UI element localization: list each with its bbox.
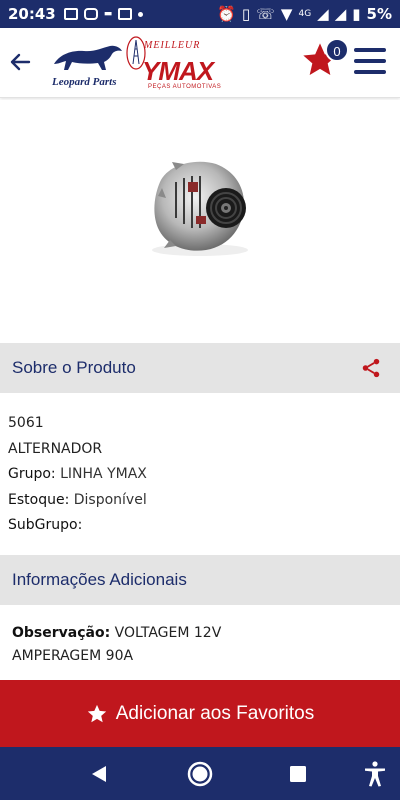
group-value: LINHA YMAX bbox=[60, 466, 147, 482]
message-icon bbox=[63, 8, 78, 20]
accessibility-icon[interactable] bbox=[364, 761, 386, 787]
stock-value: Disponível bbox=[73, 491, 147, 508]
battery-icon: ▮ bbox=[352, 5, 361, 23]
ymax-subtitle: PEÇAS AUTOMOTIVAS bbox=[148, 84, 222, 90]
observation-line-1: Observação: VOLTAGEM 12V bbox=[12, 622, 388, 645]
system-nav-bar bbox=[0, 747, 400, 800]
ymax-text: YMAX bbox=[142, 56, 214, 86]
about-section-header: Sobre o Produto bbox=[0, 343, 400, 393]
product-subgroup: SubGrupo: bbox=[8, 513, 392, 539]
observation-block: Observação: VOLTAGEM 12V AMPERAGEM 90A bbox=[0, 622, 400, 668]
additional-section-header: Informações Adicionais bbox=[0, 555, 400, 605]
menu-icon[interactable] bbox=[354, 48, 386, 74]
alarm-icon: ⏰ bbox=[217, 5, 236, 23]
product-stock: Estoque: Disponível bbox=[8, 488, 392, 514]
more-dot-icon bbox=[138, 11, 144, 17]
observation-label: Observação: bbox=[12, 625, 111, 641]
status-bar: 20:43 ▬ ⏰ ▯ ☏ ▼ 4G ◢ ◢ ▮ 5% bbox=[0, 0, 400, 28]
group-label: Grupo: bbox=[8, 466, 56, 482]
product-code: 5061 bbox=[8, 415, 44, 431]
leopard-parts-logo: Leopard Parts bbox=[50, 42, 124, 88]
vibrate-icon: ▯ bbox=[241, 5, 251, 23]
product-info: 5061 ALTERNADOR Grupo: LINHA YMAX Estoqu… bbox=[0, 411, 400, 539]
network-type: 4G bbox=[298, 9, 312, 19]
nav-back-icon[interactable] bbox=[90, 765, 108, 783]
battery-level: 5% bbox=[366, 5, 392, 23]
nav-recents-icon[interactable] bbox=[289, 765, 307, 783]
image-icon bbox=[118, 8, 133, 20]
product-name: ALTERNADOR bbox=[8, 440, 103, 457]
wifi-call-icon: ☏ bbox=[256, 5, 275, 23]
nav-home-icon[interactable] bbox=[186, 760, 214, 788]
share-icon[interactable] bbox=[360, 357, 382, 379]
stock-label: Estoque: bbox=[8, 491, 70, 508]
signal-icon-2: ◢ bbox=[334, 5, 347, 23]
app-header: Leopard Parts MEILLEUR YMAX PEÇAS AUTOMO… bbox=[0, 28, 400, 98]
wifi-icon: ▼ bbox=[280, 5, 293, 23]
observation-value-1: VOLTAGEM 12V bbox=[114, 625, 222, 641]
favorites-count-badge[interactable]: 0 bbox=[325, 38, 349, 62]
additional-title: Informações Adicionais bbox=[12, 570, 187, 589]
leopard-icon bbox=[54, 45, 122, 70]
notification-icons: ▬ bbox=[63, 8, 144, 20]
signal-icon: ◢ bbox=[317, 5, 329, 23]
app-icon: ▬ bbox=[103, 9, 113, 19]
youtube-icon bbox=[83, 8, 98, 20]
system-icons: ⏰ ▯ ☏ ▼ 4G ◢ ◢ ▮ 5% bbox=[217, 5, 392, 23]
product-image bbox=[0, 100, 400, 342]
leopard-parts-text: Leopard Parts bbox=[52, 76, 117, 88]
subgroup-label: SubGrupo: bbox=[8, 517, 83, 533]
about-title: Sobre o Produto bbox=[12, 358, 136, 377]
star-icon bbox=[87, 704, 106, 722]
back-arrow-icon[interactable] bbox=[8, 50, 32, 74]
observation-value-2: AMPERAGEM 90A bbox=[12, 648, 134, 664]
meilleur-text: MEILLEUR bbox=[144, 40, 201, 51]
add-to-favorites-button[interactable]: Adicionar aos Favoritos bbox=[0, 680, 400, 747]
ymax-logo: MEILLEUR YMAX PEÇAS AUTOMOTIVAS bbox=[126, 36, 222, 94]
add-to-favorites-label: Adicionar aos Favoritos bbox=[115, 702, 315, 724]
alternator-image bbox=[152, 161, 248, 256]
product-group: Grupo: LINHA YMAX bbox=[8, 462, 392, 488]
status-time: 20:43 bbox=[8, 5, 56, 23]
